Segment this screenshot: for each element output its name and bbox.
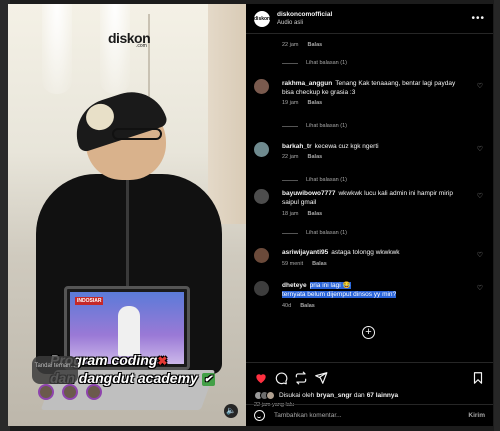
owner-username[interactable]: diskoncomofficial — [277, 11, 471, 19]
comment-text: barkah_tr kecewa cuz kgk ngerti — [282, 142, 468, 151]
commenter-avatar[interactable] — [254, 79, 269, 94]
comment-input[interactable] — [274, 412, 469, 419]
owner-avatar[interactable]: diskon — [254, 10, 270, 27]
reply-button[interactable]: Balas — [300, 303, 315, 309]
comment-time: 22 jam — [282, 42, 299, 48]
media-watermark-sub: .com — [136, 43, 147, 49]
likes-others[interactable]: 67 lainnya — [367, 392, 398, 399]
audio-label[interactable]: Audio asli — [277, 19, 471, 27]
likes-user[interactable]: bryan_sngr — [316, 392, 351, 399]
replies-line — [282, 232, 298, 234]
heart-icon[interactable] — [254, 371, 268, 385]
comment-meta: 40d Balas — [282, 303, 324, 309]
reply-button[interactable]: Balas — [308, 211, 323, 217]
tagged-users — [38, 384, 102, 400]
commenter-username[interactable]: barkah_tr — [282, 143, 312, 150]
ceiling-light — [42, 4, 72, 94]
like-comment-icon[interactable]: ♡ — [477, 145, 483, 153]
comment-content: astaga tolongg wkwkwk — [331, 249, 400, 256]
tagged-user-avatar[interactable] — [38, 384, 54, 400]
comment-icon[interactable] — [274, 371, 288, 385]
comment-meta: 22 jam Balas — [282, 154, 331, 160]
reply-button[interactable]: Balas — [308, 100, 323, 106]
comment-time: 22 jam — [282, 154, 299, 160]
comment-meta: 22 jam Balas — [282, 42, 331, 48]
replies-line — [282, 179, 298, 181]
commenter-avatar[interactable] — [254, 281, 269, 296]
post-header: diskon diskoncomofficial Audio asli ••• — [246, 4, 493, 34]
post-comment-button[interactable]: Kirim — [468, 412, 485, 419]
like-comment-icon[interactable]: ♡ — [477, 284, 483, 292]
liker-avatar — [266, 391, 275, 400]
view-replies-label: Lihat balasan (1) — [306, 60, 347, 66]
check-mark-icon: ✔ — [201, 373, 215, 386]
laptop-channel-tag: INDOSIAR — [75, 297, 104, 305]
comment-text: rakhma_anggun Tenang Kak tenaaang, bentar… — [282, 79, 468, 97]
comment-time: 19 jam — [282, 100, 299, 106]
tag-prompt[interactable]: Tandai teman... — [32, 356, 78, 384]
bookmark-icon[interactable] — [471, 371, 485, 385]
comment-text: bayuwibowo7777 wkwkwk lucu kali admin ini… — [282, 189, 468, 207]
reply-button[interactable]: Balas — [308, 154, 323, 160]
commenter-username[interactable]: bayuwibowo7777 — [282, 190, 335, 197]
commenter-avatar[interactable] — [254, 248, 269, 263]
commenter-username[interactable]: asriwijayanti95 — [282, 249, 328, 256]
view-replies-label: Lihat balasan (1) — [306, 177, 347, 183]
comment-time: 40d — [282, 303, 292, 309]
view-replies-button[interactable]: Lihat balasan (1) — [282, 123, 347, 129]
add-circle-icon[interactable]: + — [362, 326, 375, 339]
comments-list[interactable]: 22 jam Balas Lihat balasan (1) rakhma_ang… — [246, 34, 493, 362]
view-replies-label: Lihat balasan (1) — [306, 123, 347, 129]
comment-meta: 18 jam Balas — [282, 211, 331, 217]
background-wall — [208, 4, 246, 224]
reply-button[interactable]: Balas — [312, 261, 327, 267]
view-replies-button[interactable]: Lihat balasan (1) — [282, 177, 347, 183]
commenter-username[interactable]: rakhma_anggun — [282, 80, 332, 87]
laptop-singer — [118, 306, 140, 356]
comment-text: asriwijayanti95 astaga tolongg wkwkwk — [282, 248, 468, 257]
share-icon[interactable] — [294, 371, 308, 385]
comments-panel: diskon diskoncomofficial Audio asli ••• … — [246, 4, 493, 426]
replies-line — [282, 62, 298, 64]
liker-avatars — [254, 391, 275, 400]
commenter-avatar[interactable] — [254, 142, 269, 157]
send-icon[interactable] — [314, 371, 328, 385]
likes-summary: Disukai oleh bryan_sngr dan 67 lainnya — [254, 391, 400, 400]
view-replies-label: Lihat balasan (1) — [306, 230, 347, 236]
view-replies-button[interactable]: Lihat balasan (1) — [282, 230, 347, 236]
more-icon[interactable]: ••• — [471, 13, 485, 24]
ceiling-light — [100, 4, 130, 94]
comment-content: kecewa cuz kgk ngerti — [314, 143, 379, 150]
comment-meta: 19 jam Balas — [282, 100, 331, 106]
likes-prefix: Disukai oleh — [279, 392, 315, 399]
backdrop-right — [494, 0, 500, 431]
comment-time: 18 jam — [282, 211, 299, 217]
mute-icon[interactable]: 🔈 — [224, 404, 238, 418]
smile-icon[interactable] — [254, 410, 265, 421]
likes-joiner: dan — [353, 392, 365, 399]
action-bar — [254, 371, 485, 387]
comment-content: pria ini lagi 😂 — [309, 282, 351, 289]
tagged-user-avatar[interactable] — [86, 384, 102, 400]
view-replies-button[interactable]: Lihat balasan (1) — [282, 60, 347, 66]
comment-time: 59 menit — [282, 261, 304, 267]
comment-meta: 59 menit Balas — [282, 261, 336, 267]
commenter-avatar[interactable] — [254, 189, 269, 204]
post-modal: diskon .com INDOSIAR Program coding✖ dan… — [8, 4, 493, 426]
reply-button[interactable]: Balas — [308, 42, 323, 48]
cross-mark-icon: ✖ — [157, 354, 168, 368]
owner-info: diskoncomofficial Audio asli — [277, 11, 471, 27]
like-comment-icon[interactable]: ♡ — [477, 192, 483, 200]
commenter-username[interactable]: dheteye — [282, 282, 307, 289]
like-comment-icon[interactable]: ♡ — [477, 251, 483, 259]
comment-content-line2: ternyata belum dijemput dinsos yy min? — [282, 291, 397, 298]
replies-line — [282, 125, 298, 127]
post-media[interactable]: diskon .com INDOSIAR Program coding✖ dan… — [8, 4, 246, 426]
comment-composer: Kirim — [246, 404, 493, 426]
tagged-user-avatar[interactable] — [62, 384, 78, 400]
person-glasses — [112, 128, 162, 140]
like-comment-icon[interactable]: ♡ — [477, 82, 483, 90]
page: diskon .com INDOSIAR Program coding✖ dan… — [0, 0, 500, 431]
comment-text: dheteye pria ini lagi 😂 ternyata belum dij… — [282, 281, 468, 299]
